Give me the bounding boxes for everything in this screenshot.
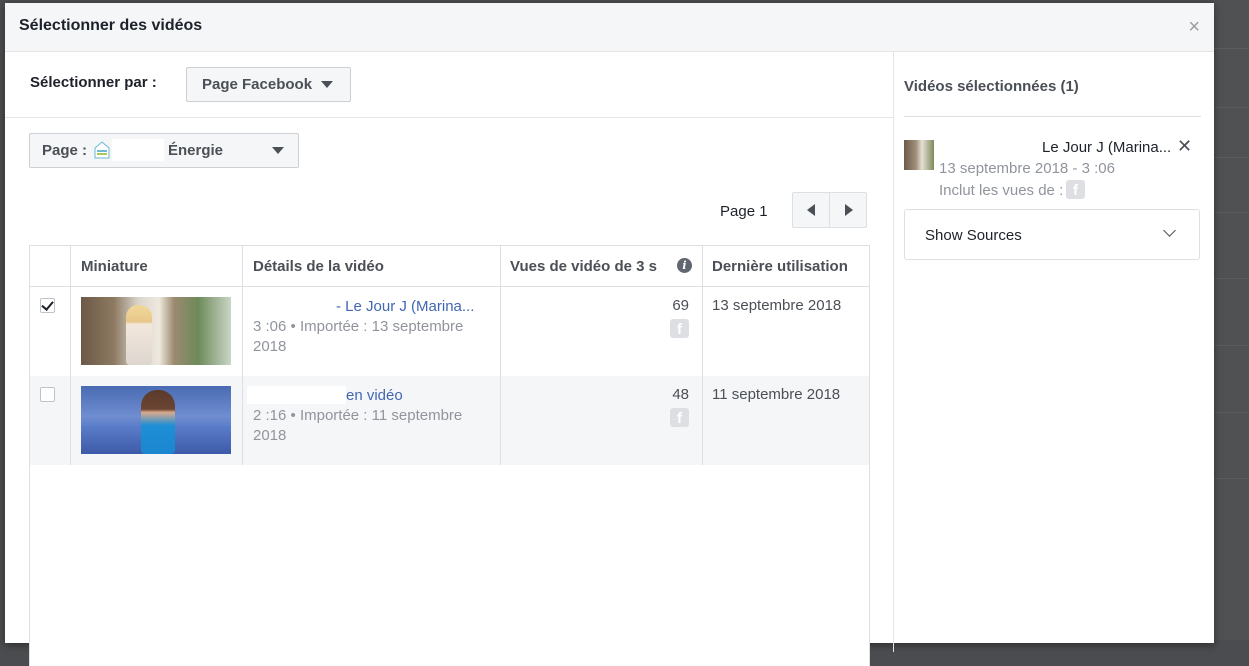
source-dropdown[interactable]: Page Facebook [186,67,351,102]
row-checkbox[interactable] [40,387,55,402]
dialog-header: Sélectionner des vidéos × [5,3,1214,52]
pager-label: Page 1 [720,203,768,220]
facebook-icon: f [670,408,689,427]
thumbnail-cell [71,287,243,376]
views-count: 69 [672,297,689,314]
source-dropdown-value: Page Facebook [202,76,313,93]
header-last-used: Dernière utilisation [702,246,869,286]
info-icon[interactable]: i [677,258,692,273]
last-used-cell: 11 septembre 2018 [702,376,869,465]
selected-video-thumbnail [904,140,934,170]
last-used-date: 11 septembre 2018 [712,386,841,403]
chevron-left-icon [807,204,815,216]
header-thumbnail-label: Miniature [81,258,148,275]
dialog-title: Sélectionner des vidéos [19,17,203,34]
video-title: en vidéo [346,387,403,404]
views-cell: 69 f [500,287,703,376]
select-by-row: Sélectionner par : Page Facebook [5,52,893,118]
video-meta: 2 :16 • Importée : 11 septembre 2018 [253,407,463,444]
caret-down-icon [321,81,333,88]
video-thumbnail[interactable] [81,297,231,365]
video-browser-pane: Sélectionner par : Page Facebook Page : … [5,52,893,666]
video-title: - Le Jour J (Marina... [336,298,475,315]
chevron-right-icon [845,204,853,216]
video-thumbnail[interactable] [81,386,231,454]
details-cell: en vidéo 2 :16 • Importée : 11 septembre… [243,376,501,465]
selected-videos-pane: Vidéos sélectionnées (1) Le Jour J (Mari… [893,52,1215,652]
last-used-cell: 13 septembre 2018 [702,287,869,376]
page-logo-icon [94,141,110,159]
caret-down-icon [272,147,284,154]
select-by-label: Sélectionner par : [30,74,157,91]
next-page-button[interactable] [829,192,867,228]
header-details-label: Détails de la vidéo [253,258,384,275]
previous-page-button[interactable] [792,192,830,228]
table-row[interactable]: en vidéo 2 :16 • Importée : 11 septembre… [30,376,869,465]
select-cell [30,376,71,465]
row-checkbox[interactable] [40,298,55,313]
video-title-link[interactable]: en vidéo [247,386,483,406]
select-cell [30,287,71,376]
thumbnail-cell [71,376,243,465]
selected-videos-title: Vidéos sélectionnées (1) [904,78,1079,95]
table-row[interactable]: - Le Jour J (Marina... 3 :06 • Importée … [30,287,869,376]
page-dropdown-label: Page : [42,142,88,159]
background-page-right [1214,0,1249,640]
video-title-link[interactable]: - Le Jour J (Marina... [253,297,489,317]
last-used-date: 13 septembre 2018 [712,297,842,314]
views-cell: 48 f [500,376,703,465]
header-views: Vues de vidéo de 3 s i [500,246,703,286]
selected-video-date: 13 septembre 2018 - 3 :06 [939,160,1115,177]
close-icon[interactable]: × [1188,17,1200,37]
table-header: Miniature Détails de la vidéo Vues de vi… [30,246,869,287]
header-thumbnail: Miniature [71,246,243,286]
selected-video-title: Le Jour J (Marina... [1042,139,1172,156]
page-dropdown-value: Énergie [168,142,224,159]
divider [904,116,1201,117]
page-dropdown[interactable]: Page : Énergie [29,133,299,168]
show-sources-dropdown[interactable]: Show Sources [904,209,1200,260]
includes-views-label: Inclut les vues de : [939,182,1064,199]
header-last-used-label: Dernière utilisation [712,258,848,275]
show-sources-label: Show Sources [925,227,1022,244]
chevron-down-icon [1163,224,1176,237]
views-count: 48 [672,386,689,403]
close-icon[interactable]: ✕ [1177,137,1192,155]
details-cell: - Le Jour J (Marina... 3 :06 • Importée … [243,287,501,376]
header-details: Détails de la vidéo [243,246,501,286]
facebook-icon: f [670,319,689,338]
header-select-column [30,246,71,286]
video-meta: 3 :06 • Importée : 13 septembre 2018 [253,318,464,355]
header-views-label: Vues de vidéo de 3 s [510,258,658,275]
page-name-redaction [112,139,164,161]
checkmark-icon [41,298,54,311]
facebook-icon: f [1066,180,1085,199]
select-videos-dialog: Sélectionner des vidéos × Sélectionner p… [5,3,1214,666]
videos-table: Miniature Détails de la vidéo Vues de vi… [29,245,870,666]
